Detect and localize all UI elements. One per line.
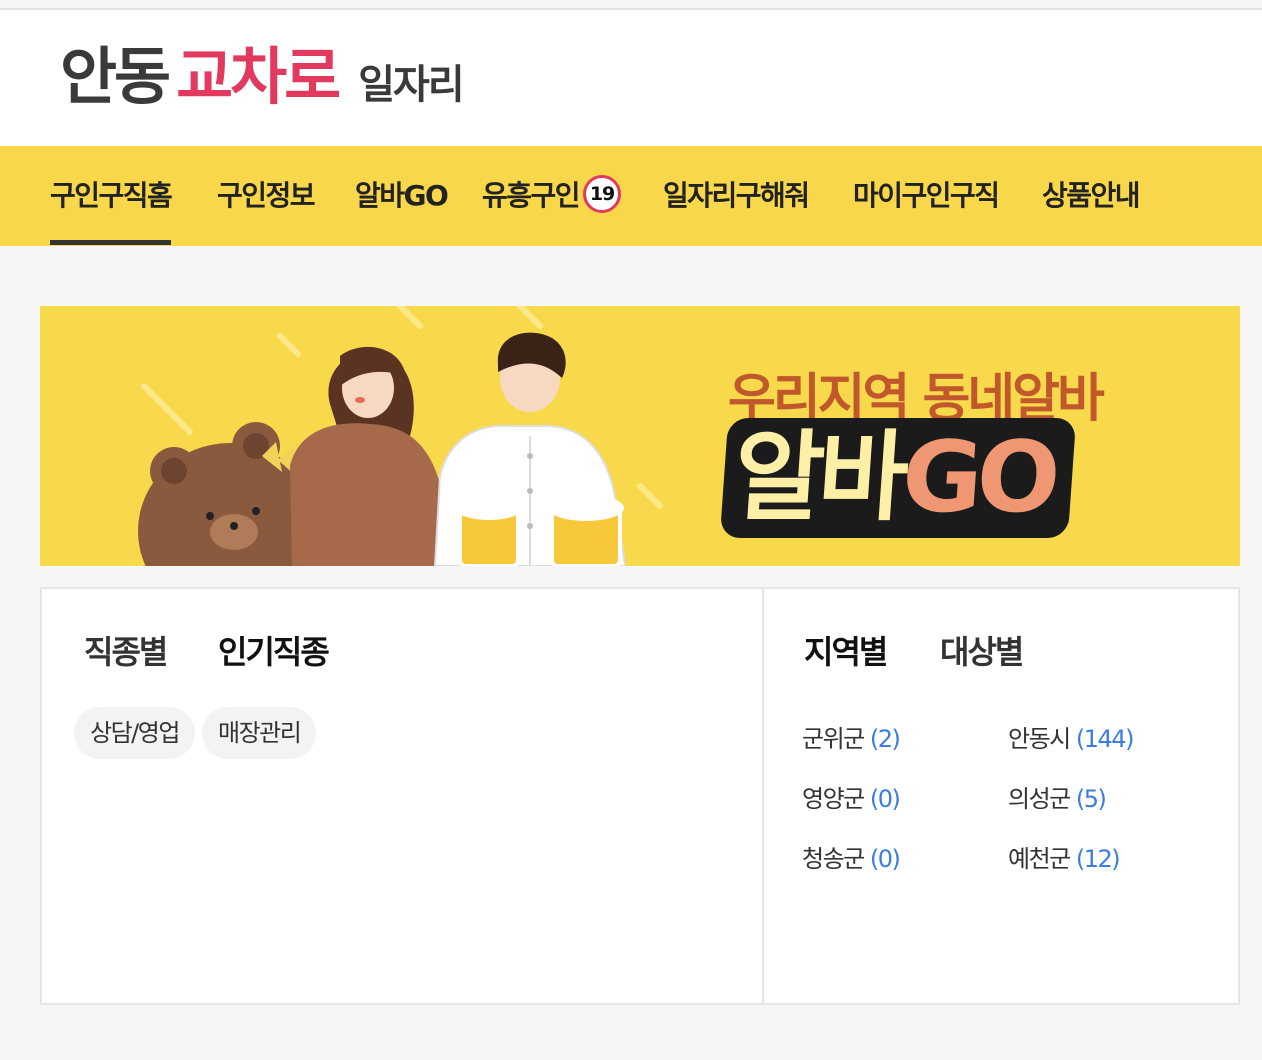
logo-text-jobs: 일자리 (358, 62, 464, 108)
region-link-gunwi[interactable]: 군위군 (2) (802, 719, 901, 754)
site-header: 안동 교차로 일자리 (0, 10, 1262, 146)
age-19-badge-icon: 19 (583, 175, 622, 213)
region-count: (144) (1075, 725, 1135, 753)
region-count: (5) (1075, 785, 1107, 813)
nav-item-adult-jobs[interactable]: 유흥구인 19 (482, 174, 622, 216)
region-name: 의성군 (1008, 785, 1071, 813)
tab-by-job-type-label: 직종별 (84, 633, 168, 671)
region-count: (2) (869, 725, 901, 753)
region-name: 안동시 (1008, 725, 1071, 753)
nav-item-adult-jobs-label: 유흥구인 (482, 179, 581, 212)
tab-by-region-label: 지역별 (804, 633, 888, 671)
banner-title-go: GO (898, 421, 1059, 535)
region-link-cheongsong[interactable]: 청송군 (0) (802, 839, 901, 874)
region-link-andong[interactable]: 안동시 (144) (1008, 719, 1135, 754)
region-name: 청송군 (802, 845, 865, 873)
job-category-panel: 직종별 인기직종 상담/영업 매장관리 (40, 587, 764, 1005)
region-count: (12) (1075, 845, 1121, 873)
tab-by-job-type[interactable]: 직종별 (84, 627, 168, 673)
nav-item-home[interactable]: 구인구직홈 (50, 174, 173, 245)
chip-store-management[interactable]: 매장관리 (202, 707, 317, 759)
tab-popular-jobs-label: 인기직종 (218, 633, 330, 671)
tab-popular-jobs[interactable]: 인기직종 (218, 627, 330, 675)
banner-title-alba: 알바 (730, 421, 907, 535)
nav-item-albago[interactable]: 알바GO (355, 174, 449, 214)
region-name: 군위군 (802, 725, 865, 753)
main-nav: 구인구직홈 구인정보 알바GO 유흥구인 19 일자리구해줘 마이구인구직 상품안… (0, 146, 1262, 246)
nav-item-my-page[interactable]: 마이구인구직 (853, 174, 1000, 214)
region-link-yeongyang[interactable]: 영양군 (0) (802, 779, 901, 814)
region-link-uiseong[interactable]: 의성군 (5) (1008, 779, 1107, 814)
region-count: (0) (869, 785, 901, 813)
nav-item-find-me-job[interactable]: 일자리구해줘 (663, 174, 810, 214)
region-panel: 지역별 대상별 군위군 (2) 안동시 (144) 영양군 (0) 의성군 (5… (762, 587, 1240, 1005)
region-count: (0) (869, 845, 901, 873)
logo-text-gyocharo: 교차로 (176, 40, 341, 113)
banner-title: 알바 GO (719, 418, 1077, 538)
tab-by-target-label: 대상별 (940, 633, 1024, 671)
region-name: 영양군 (802, 785, 865, 813)
nav-item-job-info[interactable]: 구인정보 (217, 174, 316, 214)
tab-by-region[interactable]: 지역별 (804, 627, 888, 675)
region-link-yecheon[interactable]: 예천군 (12) (1008, 839, 1121, 874)
region-name: 예천군 (1008, 845, 1071, 873)
albago-banner[interactable]: 우리지역 동네알바 알바 GO (40, 306, 1240, 566)
chip-sales-consulting[interactable]: 상담/영업 (74, 707, 195, 759)
tab-by-target[interactable]: 대상별 (940, 627, 1024, 673)
nav-item-products[interactable]: 상품안내 (1042, 174, 1141, 214)
logo-text-andong: 안동 (60, 40, 171, 113)
site-logo[interactable]: 안동 교차로 일자리 (60, 26, 465, 116)
woman-figure (290, 346, 450, 566)
